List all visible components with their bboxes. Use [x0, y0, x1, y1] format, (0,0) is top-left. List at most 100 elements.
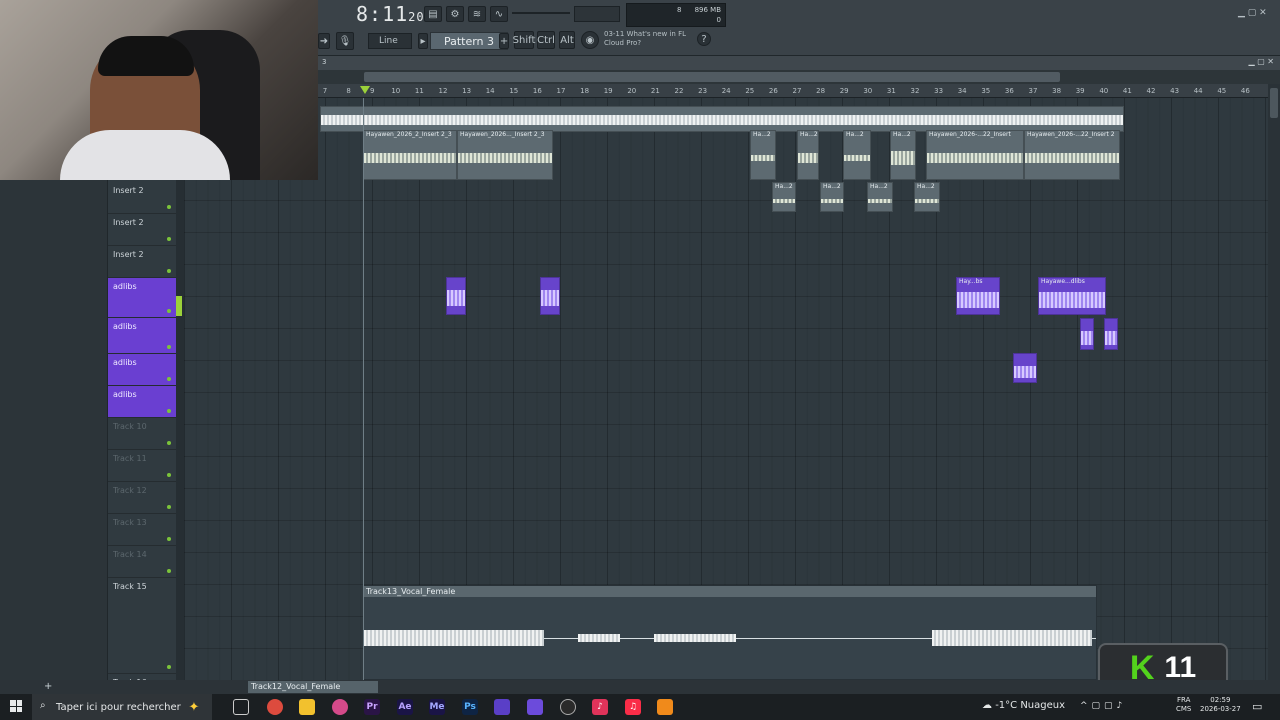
windows-start-icon[interactable]	[10, 700, 22, 712]
folder-icon[interactable]	[299, 699, 315, 715]
track-header[interactable]: Track 12	[108, 482, 176, 514]
track-header[interactable]: adlibs	[108, 318, 176, 354]
track-active-led[interactable]	[167, 505, 171, 509]
adlib-clip[interactable]	[1104, 318, 1118, 350]
media-encoder-icon[interactable]: Me	[429, 699, 445, 715]
channel-rack-icon[interactable]: ⚙	[446, 6, 464, 22]
language-indicator[interactable]: FRA CMS	[1176, 696, 1191, 714]
fl-studio-icon[interactable]	[657, 699, 673, 715]
track-active-led[interactable]	[167, 441, 171, 445]
sparkle-icon[interactable]: ✦	[186, 699, 202, 715]
audio-clip[interactable]: Hayawen_2026..._Insert 2_3	[457, 130, 553, 180]
app-icon-2[interactable]	[527, 699, 543, 715]
audio-clip[interactable]: Ha...2	[820, 182, 844, 212]
track-active-led[interactable]	[167, 409, 171, 413]
scrollbar-thumb[interactable]	[1270, 88, 1278, 118]
track-header[interactable]: Insert 2	[108, 182, 176, 214]
timeline-ruler[interactable]: 7 8 9 10 11 12 13 14 15 16 17 18 19 20 21 22 23 24 25 26 27 2…	[318, 84, 1268, 98]
adlib-clip[interactable]: Hayawe...dlibs	[1038, 277, 1106, 315]
taskbar-search[interactable]: ⌕ Taper ici pour rechercher	[32, 694, 212, 720]
tray-icons[interactable]: ^▢▢♪	[1080, 701, 1126, 711]
system-clock[interactable]: 02:59 2026-03-27	[1200, 696, 1241, 714]
adlib-clip[interactable]	[1080, 318, 1094, 350]
ruler-tick: 25	[745, 87, 755, 95]
piano-icon[interactable]: ▤	[424, 6, 442, 22]
news-icon[interactable]: ◉	[581, 31, 599, 49]
audio-clip[interactable]: Hayawen_2026-...22_Insert	[926, 130, 1024, 180]
task-view-icon[interactable]	[233, 699, 249, 715]
adlib-clip[interactable]	[446, 277, 466, 315]
scrollbar-thumb[interactable]	[364, 72, 1060, 82]
track-active-led[interactable]	[167, 309, 171, 313]
audio-clip[interactable]: Ha...2	[914, 182, 940, 212]
audio-clip[interactable]: Ha...2	[797, 130, 819, 180]
tiktok-icon[interactable]: ♪	[592, 699, 608, 715]
track-header[interactable]: Insert 2	[108, 246, 176, 278]
notification-icon[interactable]: ▭	[1252, 700, 1262, 713]
audio-clip[interactable]: Ha...2	[750, 130, 776, 180]
mixer-icon[interactable]: ≋	[468, 6, 486, 22]
track-header[interactable]: Insert 2	[108, 214, 176, 246]
track-header[interactable]: adlibs	[108, 354, 176, 386]
window-controls[interactable]: ▁ ▢ ✕	[1238, 8, 1267, 18]
audio-clip[interactable]: Ha...2	[843, 130, 871, 180]
ruler-tick: 43	[1170, 87, 1180, 95]
adlib-clip[interactable]	[1013, 353, 1037, 383]
help-icon[interactable]: ?	[697, 32, 711, 46]
photoshop-icon[interactable]: Ps	[462, 699, 478, 715]
track-active-led[interactable]	[167, 205, 171, 209]
adlib-clip[interactable]	[540, 277, 560, 315]
track-active-led[interactable]	[167, 345, 171, 349]
vocal-clip[interactable]: Track13_Vocal_Female	[363, 585, 1097, 680]
audio-waveform	[364, 153, 456, 163]
adlib-clip[interactable]: Hay...bs	[956, 277, 1000, 315]
ctrl-button[interactable]: Ctrl	[537, 31, 555, 49]
audio-clip[interactable]: Ha...2	[867, 182, 893, 212]
song-time-display[interactable]: 8:1120	[356, 2, 425, 26]
track-header[interactable]: Track 13	[108, 514, 176, 546]
track-active-led[interactable]	[167, 237, 171, 241]
audio-clip[interactable]: Ha...2	[890, 130, 916, 180]
music-icon[interactable]: ♫	[625, 699, 641, 715]
track-active-led[interactable]	[167, 665, 171, 669]
audio-clip-master[interactable]	[320, 106, 1124, 132]
audio-clip[interactable]: Hayawen_2026_2_Insert 2_3	[363, 130, 457, 180]
track-active-led[interactable]	[167, 569, 171, 573]
app-icon[interactable]	[494, 699, 510, 715]
track-active-led[interactable]	[167, 473, 171, 477]
track-header[interactable]: adlibs	[108, 386, 176, 418]
shift-button[interactable]: Shift	[513, 31, 535, 49]
chrome-icon[interactable]	[267, 699, 283, 715]
browser-icon[interactable]	[332, 699, 348, 715]
track-active-led[interactable]	[167, 377, 171, 381]
track-header[interactable]: Track 11	[108, 450, 176, 482]
pattern-prev-icon[interactable]: ▸	[418, 33, 428, 49]
song-position-marker[interactable]	[360, 86, 370, 94]
audio-clip[interactable]: Hayawen_2026-...22_Insert 2	[1024, 130, 1120, 180]
master-volume-slider[interactable]	[512, 12, 570, 14]
track-header[interactable]: Track 15	[108, 578, 176, 674]
premiere-icon[interactable]: Pr	[364, 699, 380, 715]
playlist-window-controls[interactable]: ▁ ▢ ✕	[1249, 57, 1275, 66]
pattern-add-icon[interactable]: +	[499, 33, 509, 49]
track-active-led[interactable]	[167, 537, 171, 541]
playlist-horizontal-scrollbar[interactable]	[318, 70, 1280, 84]
arrow-right-icon[interactable]: ➜	[318, 33, 330, 49]
track-header[interactable]: adlibs	[108, 278, 176, 318]
after-effects-icon[interactable]: Ae	[397, 699, 413, 715]
microphone-icon[interactable]: 🎙	[336, 32, 354, 50]
wave-icon[interactable]: ∿	[490, 6, 508, 22]
playlist-vertical-scrollbar[interactable]	[1268, 84, 1280, 680]
audio-clip[interactable]: Ha...2	[772, 182, 796, 212]
weather-widget[interactable]: ☁ -1°C Nuageux	[982, 700, 1065, 711]
track-header[interactable]: Track 10	[108, 418, 176, 450]
news-panel[interactable]: 03-11 What's new in FL Cloud Pro?	[604, 30, 686, 48]
pattern-selector[interactable]: Pattern 3	[430, 32, 508, 50]
track-header[interactable]: Track 14	[108, 546, 176, 578]
obs-icon[interactable]	[560, 699, 576, 715]
bottom-clip-label[interactable]: Track12_Vocal_Female	[248, 681, 378, 693]
snap-mode-select[interactable]: Line	[368, 33, 412, 49]
track-active-led[interactable]	[167, 269, 171, 273]
alt-button[interactable]: Alt	[559, 31, 575, 49]
add-track-icon[interactable]: +	[44, 681, 52, 692]
